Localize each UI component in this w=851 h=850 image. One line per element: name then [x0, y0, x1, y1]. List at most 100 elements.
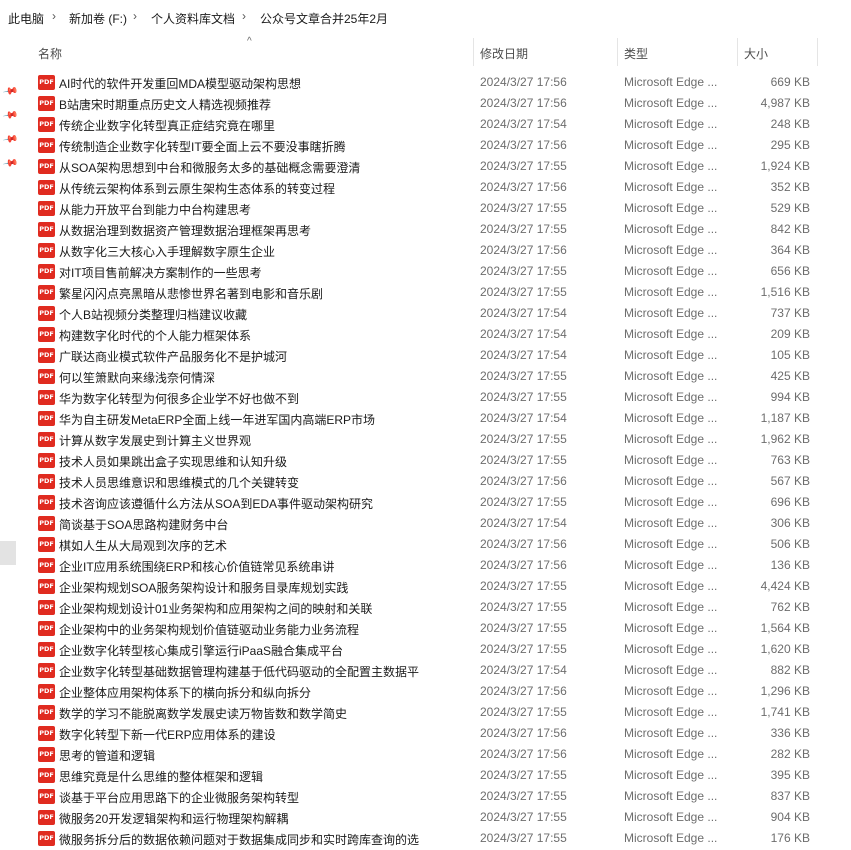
file-modified-date: 2024/3/27 17:56	[480, 96, 567, 110]
file-name: 企业架构规划SOA服务架构设计和服务目录库规划实践	[59, 581, 349, 595]
file-type: Microsoft Edge ...	[624, 810, 718, 824]
file-row[interactable]: PDF 企业数字化转型核心集成引擎运行iPaaS融合集成平台 2024/3/27 1…	[30, 639, 851, 660]
breadcrumb-drive-f[interactable]: 新加卷 (F:)	[69, 10, 127, 27]
pdf-file-icon: PDF	[38, 495, 55, 510]
breadcrumb-separator-icon[interactable]: ›	[242, 9, 246, 23]
file-row[interactable]: PDF 计算从数字发展史到计算主义世界观 2024/3/27 17:55 Micros…	[30, 429, 851, 450]
file-row[interactable]: PDF 棋如人生从大局观到次序的艺术 2024/3/27 17:56 Microsof…	[30, 534, 851, 555]
file-modified-date: 2024/3/27 17:55	[480, 285, 567, 299]
file-row[interactable]: PDF 企业架构规划设计01业务架构和应用架构之间的映射和关联 2024/3/27 …	[30, 597, 851, 618]
column-divider[interactable]	[473, 38, 474, 66]
file-row[interactable]: PDF 企业架构规划SOA服务架构设计和服务目录库规划实践 2024/3/27 17…	[30, 576, 851, 597]
file-row[interactable]: PDF 数学的学习不能脱离数学发展史读万物皆数和数学简史 2024/3/27 17:…	[30, 702, 851, 723]
breadcrumb[interactable]: 此电脑 › 新加卷 (F:) › 个人资料库文档 › 公众号文章合并25年2月	[0, 0, 851, 35]
file-name: 华为自主研发MetaERP全面上线一年进军国内高端ERP市场	[59, 413, 376, 427]
pdf-file-icon: PDF	[38, 180, 55, 195]
column-header-size[interactable]: 大小	[744, 45, 768, 62]
file-type: Microsoft Edge ...	[624, 180, 718, 194]
file-row[interactable]: PDF 技术咨询应该遵循什么方法从SOA到EDA事件驱动架构研究 2024/3/27…	[30, 492, 851, 513]
file-type: Microsoft Edge ...	[624, 789, 718, 803]
file-size: 837 KB	[770, 789, 810, 803]
pdf-file-icon: PDF	[38, 558, 55, 573]
pdf-file-icon: PDF	[38, 138, 55, 153]
file-modified-date: 2024/3/27 17:55	[480, 579, 567, 593]
file-row[interactable]: PDF 个人B站视频分类整理归档建议收藏 2024/3/27 17:54 Micros…	[30, 303, 851, 324]
file-row[interactable]: PDF 何以笙箫默向来缘浅奈何情深 2024/3/27 17:55 Microsoft…	[30, 366, 851, 387]
file-size: 1,516 KB	[760, 285, 810, 299]
pdf-file-icon: PDF	[38, 264, 55, 279]
file-size: 529 KB	[770, 201, 810, 215]
file-row[interactable]: PDF 微服务20开发逻辑架构和运行物理架构解耦 2024/3/27 17:55 Mi…	[30, 807, 851, 828]
column-divider[interactable]	[817, 38, 818, 66]
file-row[interactable]: PDF 从传统云架构体系到云原生架构生态体系的转变过程 2024/3/27 17:5…	[30, 177, 851, 198]
file-modified-date: 2024/3/27 17:54	[480, 348, 567, 362]
file-row[interactable]: PDF 从能力开放平台到能力中台构建思考 2024/3/27 17:55 Micros…	[30, 198, 851, 219]
file-row[interactable]: PDF 企业数字化转型基础数据管理构建基于低代码驱动的全配置主数据平 2024/3/…	[30, 660, 851, 681]
file-size: 105 KB	[770, 348, 810, 362]
file-name: 从数字化三大核心入手理解数字原生企业	[59, 245, 276, 259]
pdf-file-icon: PDF	[38, 516, 55, 531]
breadcrumb-personal-docs[interactable]: 个人资料库文档	[151, 10, 235, 27]
column-header-name[interactable]: 名称	[38, 45, 62, 62]
file-row[interactable]: PDF 企业IT应用系统围绕ERP和核心价值链常见系统串讲 2024/3/27 17…	[30, 555, 851, 576]
file-name: 思维究竟是什么思维的整体框架和逻辑	[59, 770, 264, 784]
file-name: 计算从数字发展史到计算主义世界观	[59, 434, 252, 448]
file-row[interactable]: PDF 思维究竟是什么思维的整体框架和逻辑 2024/3/27 17:55 Micro…	[30, 765, 851, 786]
file-row[interactable]: PDF 简谈基于SOA思路构建财务中台 2024/3/27 17:54 Microso…	[30, 513, 851, 534]
navigation-pane-scroll-thumb[interactable]	[0, 541, 16, 565]
file-size: 136 KB	[770, 558, 810, 572]
file-size: 842 KB	[770, 222, 810, 236]
file-row[interactable]: PDF B站唐宋时期重点历史文人精选视频推荐 2024/3/27 17:56 Micr…	[30, 93, 851, 114]
breadcrumb-separator-icon[interactable]: ›	[52, 9, 56, 23]
breadcrumb-separator-icon[interactable]: ›	[133, 9, 137, 23]
file-name: 从传统云架构体系到云原生架构生态体系的转变过程	[59, 182, 336, 196]
file-row[interactable]: PDF 从数据治理到数据资产管理数据治理框架再思考 2024/3/27 17:55 M…	[30, 219, 851, 240]
file-modified-date: 2024/3/27 17:55	[480, 264, 567, 278]
file-name: 企业架构中的业务架构规划价值链驱动业务能力业务流程	[59, 623, 360, 637]
file-type: Microsoft Edge ...	[624, 243, 718, 257]
file-name: B站唐宋时期重点历史文人精选视频推荐	[59, 98, 272, 112]
pdf-file-icon: PDF	[38, 474, 55, 489]
file-size: 4,424 KB	[760, 579, 810, 593]
sort-ascending-icon: ^	[247, 36, 252, 47]
file-row[interactable]: PDF 数字化转型下新一代ERP应用体系的建设 2024/3/27 17:56 Mic…	[30, 723, 851, 744]
file-row[interactable]: PDF 繁星闪闪点亮黑暗从悲惨世界名著到电影和音乐剧 2024/3/27 17:55…	[30, 282, 851, 303]
file-row[interactable]: PDF 企业架构中的业务架构规划价值链驱动业务能力业务流程 2024/3/27 17…	[30, 618, 851, 639]
file-row[interactable]: PDF 技术人员如果跳出盒子实现思维和认知升级 2024/3/27 17:55 Mic…	[30, 450, 851, 471]
file-modified-date: 2024/3/27 17:56	[480, 75, 567, 89]
file-row[interactable]: PDF 传统制造企业数字化转型IT要全面上云不要没事瞎折腾 2024/3/27 17…	[30, 135, 851, 156]
file-row[interactable]: PDF 构建数字化时代的个人能力框架体系 2024/3/27 17:54 Micros…	[30, 324, 851, 345]
file-size: 1,564 KB	[760, 621, 810, 635]
file-row[interactable]: PDF AI时代的软件开发重回MDA模型驱动架构思想 2024/3/27 17:56…	[30, 72, 851, 93]
pin-icon: 📌	[1, 83, 19, 100]
pdf-file-icon: PDF	[38, 285, 55, 300]
file-row[interactable]: PDF 企业整体应用架构体系下的横向拆分和纵向拆分 2024/3/27 17:56 M…	[30, 681, 851, 702]
file-size: 336 KB	[770, 726, 810, 740]
column-divider[interactable]	[617, 38, 618, 66]
file-row[interactable]: PDF 华为自主研发MetaERP全面上线一年进军国内高端ERP市场 2024/3/…	[30, 408, 851, 429]
file-row[interactable]: PDF 广联达商业模式软件产品服务化不是护城河 2024/3/27 17:54 Mic…	[30, 345, 851, 366]
file-type: Microsoft Edge ...	[624, 390, 718, 404]
file-type: Microsoft Edge ...	[624, 726, 718, 740]
column-header-date[interactable]: 修改日期	[480, 45, 528, 62]
file-row[interactable]: PDF 传统企业数字化转型真正症结究竟在哪里 2024/3/27 17:54 Micr…	[30, 114, 851, 135]
file-row[interactable]: PDF 微服务拆分后的数据依赖问题对于数据集成同步和实时跨库查询的选 2024/3/…	[30, 828, 851, 849]
file-name: 广联达商业模式软件产品服务化不是护城河	[59, 350, 288, 364]
file-row[interactable]: PDF 从SOA架构思想到中台和微服务太多的基础概念需要澄清 2024/3/27 1…	[30, 156, 851, 177]
pdf-file-icon: PDF	[38, 75, 55, 90]
file-row[interactable]: PDF 思考的管道和逻辑 2024/3/27 17:56 Microsoft Edge…	[30, 744, 851, 765]
file-name: 个人B站视频分类整理归档建议收藏	[59, 308, 248, 322]
file-row[interactable]: PDF 华为数字化转型为何很多企业学不好也做不到 2024/3/27 17:55 Mi…	[30, 387, 851, 408]
file-size: 1,962 KB	[760, 432, 810, 446]
breadcrumb-this-pc[interactable]: 此电脑	[8, 10, 44, 27]
file-name: 微服务20开发逻辑架构和运行物理架构解耦	[59, 812, 289, 826]
column-header-type[interactable]: 类型	[624, 45, 648, 62]
breadcrumb-current-folder[interactable]: 公众号文章合并25年2月	[260, 10, 388, 27]
file-name: 繁星闪闪点亮黑暗从悲惨世界名著到电影和音乐剧	[59, 287, 324, 301]
file-row[interactable]: PDF 谈基于平台应用思路下的企业微服务架构转型 2024/3/27 17:55 Mi…	[30, 786, 851, 807]
column-divider[interactable]	[737, 38, 738, 66]
file-row[interactable]: PDF 从数字化三大核心入手理解数字原生企业 2024/3/27 17:56 Micr…	[30, 240, 851, 261]
pdf-file-icon: PDF	[38, 642, 55, 657]
file-row[interactable]: PDF 对IT项目售前解决方案制作的一些思考 2024/3/27 17:55 Micr…	[30, 261, 851, 282]
file-row[interactable]: PDF 技术人员思维意识和思维模式的几个关键转变 2024/3/27 17:56 Mi…	[30, 471, 851, 492]
